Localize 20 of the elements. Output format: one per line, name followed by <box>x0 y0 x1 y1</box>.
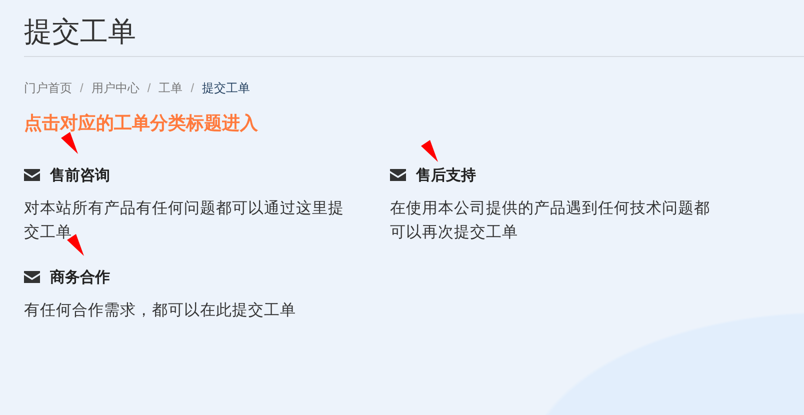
breadcrumb-link[interactable]: 门户首页 <box>24 79 72 97</box>
envelope-icon <box>24 271 40 283</box>
current-page-label: 提交工单 <box>202 80 250 97</box>
breadcrumb-separator: / <box>190 80 194 97</box>
category-title-link[interactable]: 售前咨询 <box>50 166 110 184</box>
category-description: 在使用本公司提供的产品遇到任何技术问题都可以再次提交工单 <box>390 199 711 243</box>
envelope-icon <box>24 169 40 181</box>
breadcrumb-separator: / <box>80 80 84 97</box>
page-title: 提交工单 <box>24 15 137 49</box>
category-description: 对本站所有产品有任何问题都可以通过这里提交工单 <box>24 199 345 243</box>
category-description: 有任何合作需求，都可以在此提交工单 <box>24 301 297 321</box>
breadcrumb-separator: / <box>147 80 151 97</box>
breadcrumb-link[interactable]: 工单 <box>158 79 183 97</box>
envelope-icon <box>390 169 406 181</box>
category-title-link[interactable]: 售后支持 <box>416 166 476 184</box>
pointer-arrow <box>420 139 440 163</box>
breadcrumb-link[interactable]: 用户中心 <box>91 79 140 97</box>
category-title-link[interactable]: 商务合作 <box>50 268 110 286</box>
instruction-text: 点击对应的工单分类标题进入 <box>24 112 259 135</box>
pointer-arrow <box>60 131 80 155</box>
